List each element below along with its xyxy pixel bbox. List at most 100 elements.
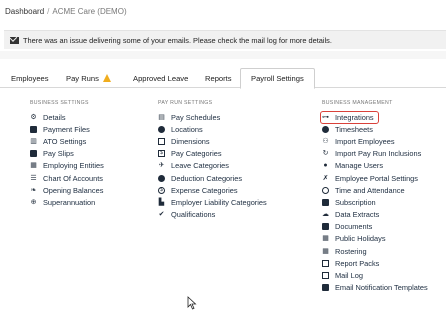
clock-circle-icon bbox=[322, 186, 329, 194]
section-heading: PAY RUN SETTINGS bbox=[158, 100, 213, 106]
link-public-holidays[interactable]: ▦ Public Holidays bbox=[322, 233, 428, 245]
plane-icon: ✈ bbox=[158, 162, 165, 170]
link-locations[interactable]: Locations bbox=[158, 123, 267, 135]
link-employer-liability-categories[interactable]: ▙ Employer Liability Categories bbox=[158, 196, 267, 208]
link-rostering[interactable]: ▦ Rostering bbox=[322, 245, 428, 257]
table-icon: ▦ bbox=[322, 247, 329, 255]
link-documents[interactable]: Documents bbox=[322, 221, 428, 233]
tab-label: Approved Leave bbox=[133, 73, 189, 83]
calendar-grid-icon: ▦ bbox=[322, 235, 329, 243]
refresh-icon: ↻ bbox=[322, 150, 329, 158]
link-dimensions[interactable]: Dimensions bbox=[158, 135, 267, 147]
link-superannuation[interactable]: ⊕ Superannuation bbox=[30, 196, 104, 208]
link-label: Employing Entities bbox=[43, 161, 104, 171]
link-integrations[interactable]: ⊶ Integrations bbox=[320, 110, 428, 124]
link-qualifications[interactable]: ✔ Qualifications bbox=[158, 209, 267, 221]
link-label: Opening Balances bbox=[43, 185, 104, 195]
check-icon: ✔ bbox=[158, 211, 165, 219]
link-label: Dimensions bbox=[171, 136, 210, 146]
user-group-icon: ● bbox=[323, 162, 328, 170]
link-employee-portal-settings[interactable]: ✗ Employee Portal Settings bbox=[322, 172, 428, 184]
credit-card-icon bbox=[322, 198, 329, 206]
business-management-column: BUSINESS MANAGEMENT ⊶ Integrations Timesh… bbox=[320, 100, 428, 294]
folder-open-icon bbox=[322, 259, 329, 267]
link-label: Payment Files bbox=[43, 124, 90, 134]
link-label: Qualifications bbox=[171, 210, 216, 220]
link-chart-of-accounts[interactable]: ☰ Chart Of Accounts bbox=[30, 172, 104, 184]
link-label: Employer Liability Categories bbox=[171, 197, 267, 207]
link-pay-schedules[interactable]: ▤ Pay Schedules bbox=[158, 111, 267, 123]
link-label: Subscription bbox=[335, 197, 376, 207]
link-employing-entities[interactable]: ▦ Employing Entities bbox=[30, 160, 104, 172]
link-opening-balances[interactable]: ❧ Opening Balances bbox=[30, 184, 104, 196]
link-leave-categories[interactable]: ✈ Leave Categories bbox=[158, 160, 267, 172]
building-icon: ▥ bbox=[30, 137, 37, 145]
link-label: Import Pay Run Inclusions bbox=[335, 149, 422, 159]
link-label: Deduction Categories bbox=[171, 173, 243, 183]
link-payment-files[interactable]: Payment Files bbox=[30, 123, 104, 135]
link-label: Time and Attendance bbox=[335, 185, 405, 195]
link-label: Report Packs bbox=[335, 258, 380, 268]
link-label: ATO Settings bbox=[43, 136, 87, 146]
link-pay-categories[interactable]: $ Pay Categories bbox=[158, 148, 267, 160]
mouse-cursor-icon bbox=[187, 296, 197, 310]
cloud-download-icon: ☁ bbox=[322, 211, 329, 219]
users-icon: ⚇ bbox=[322, 137, 329, 145]
breadcrumb-root-link[interactable]: Dashboard bbox=[5, 7, 44, 16]
link-label: Pay Schedules bbox=[171, 112, 221, 122]
gear-icon: ⚙ bbox=[30, 113, 37, 121]
breadcrumb-current: ACME Care (DEMO) bbox=[52, 7, 127, 16]
tab-reports[interactable]: Reports bbox=[205, 68, 232, 88]
link-timesheets[interactable]: Timesheets bbox=[322, 123, 428, 135]
link-label: Chart Of Accounts bbox=[43, 173, 103, 183]
link-label: Integrations bbox=[335, 112, 374, 122]
link-manage-users[interactable]: ● Manage Users bbox=[322, 160, 428, 172]
link-report-packs[interactable]: Report Packs bbox=[322, 257, 428, 269]
link-label: Public Holidays bbox=[335, 234, 386, 244]
link-label: Details bbox=[43, 112, 66, 122]
link-expense-categories[interactable]: $ Expense Categories bbox=[158, 184, 267, 196]
tab-payroll-settings[interactable]: Payroll Settings bbox=[240, 68, 315, 89]
alert-text: There was an issue delivering some of yo… bbox=[23, 35, 332, 45]
link-details[interactable]: ⚙ Details bbox=[30, 111, 104, 123]
link-label: Locations bbox=[171, 124, 203, 134]
tab-label: Reports bbox=[205, 73, 232, 83]
tab-label: Payroll Settings bbox=[251, 74, 304, 83]
link-email-notification-templates[interactable]: Email Notification Templates bbox=[322, 282, 428, 294]
lifebuoy-icon: ⊕ bbox=[30, 198, 37, 206]
link-data-extracts[interactable]: ☁ Data Extracts bbox=[322, 209, 428, 221]
wrench-icon: ✗ bbox=[322, 174, 329, 182]
tab-employees[interactable]: Employees bbox=[11, 68, 49, 88]
link-ato-settings[interactable]: ▥ ATO Settings bbox=[30, 135, 104, 147]
link-label: Expense Categories bbox=[171, 185, 238, 195]
breadcrumb: Dashboard / ACME Care (DEMO) bbox=[5, 7, 127, 16]
link-time-and-attendance[interactable]: Time and Attendance bbox=[322, 184, 428, 196]
link-label: Leave Categories bbox=[171, 161, 229, 171]
link-mail-log[interactable]: Mail Log bbox=[322, 269, 428, 281]
document-icon bbox=[30, 150, 37, 158]
calendar-icon: ▤ bbox=[158, 113, 165, 121]
tab-label: Pay Runs bbox=[66, 73, 99, 83]
plug-icon: ⊶ bbox=[322, 113, 329, 121]
link-label: Pay Categories bbox=[171, 149, 222, 159]
link-import-employees[interactable]: ⚇ Import Employees bbox=[322, 135, 428, 147]
link-pay-slips[interactable]: Pay Slips bbox=[30, 148, 104, 160]
link-label: Rostering bbox=[335, 246, 367, 256]
link-label: Data Extracts bbox=[335, 210, 380, 220]
link-label: Superannuation bbox=[43, 197, 96, 207]
minus-circle-icon bbox=[158, 174, 165, 182]
bar-chart-icon: ▙ bbox=[158, 198, 165, 206]
envelope-outline-icon bbox=[322, 272, 329, 280]
link-import-pay-run-inclusions[interactable]: ↻ Import Pay Run Inclusions bbox=[322, 148, 428, 160]
envelope-icon bbox=[322, 284, 329, 292]
tab-approved-leave[interactable]: Approved Leave bbox=[133, 68, 188, 88]
link-label: Email Notification Templates bbox=[335, 283, 428, 293]
tab-pay-runs[interactable]: Pay Runs bbox=[66, 68, 111, 88]
pay-run-settings-column: PAY RUN SETTINGS ▤ Pay Schedules Location… bbox=[158, 100, 267, 221]
file-icon bbox=[30, 125, 37, 133]
section-heading: BUSINESS SETTINGS bbox=[30, 100, 89, 106]
integrations-highlight: ⊶ Integrations bbox=[320, 110, 379, 124]
link-subscription[interactable]: Subscription bbox=[322, 196, 428, 208]
settings-tabs: Employees Pay Runs Approved Leave Report… bbox=[0, 68, 446, 89]
link-deduction-categories[interactable]: Deduction Categories bbox=[158, 172, 267, 184]
